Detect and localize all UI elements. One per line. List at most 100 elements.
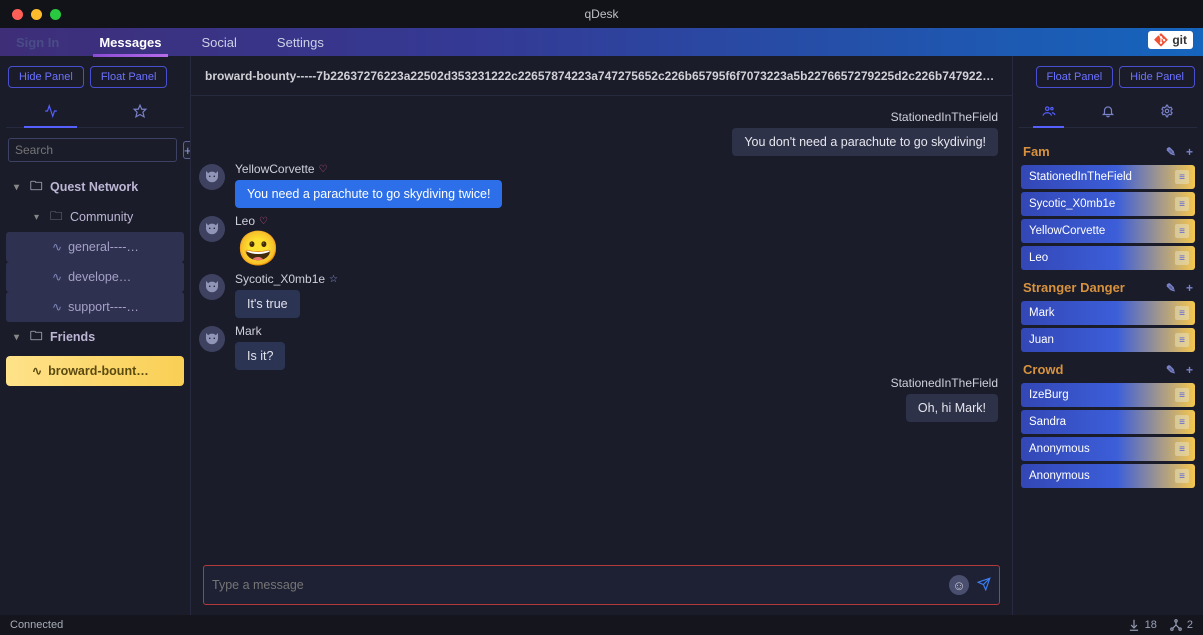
tree-community[interactable]: ▾ 🗀 Community — [6, 202, 184, 232]
member-name: Juan — [1029, 334, 1054, 346]
member-menu-button[interactable]: ≡ — [1175, 388, 1189, 402]
message-author: StationedInTheField — [891, 110, 998, 124]
notifications-tab[interactable] — [1079, 94, 1138, 127]
edit-group-button[interactable]: ✎ — [1166, 145, 1176, 159]
send-button[interactable] — [977, 577, 991, 594]
chevron-down-icon: ▾ — [34, 212, 44, 223]
member-item[interactable]: Sycotic_X0mb1e≡ — [1021, 192, 1195, 216]
message-author: Mark — [235, 324, 262, 338]
member-groups: Fam ✎ + StationedInTheField≡ Sycotic_X0mb1e≡… — [1013, 128, 1203, 615]
member-item[interactable]: Juan ≡ — [1021, 328, 1195, 352]
activity-icon: ∿ — [32, 364, 42, 378]
download-icon — [1127, 618, 1141, 632]
group-title: Fam — [1023, 144, 1050, 159]
status-bar: Connected 18 2 — [0, 615, 1203, 635]
message-bubble: You don't need a parachute to go skydivi… — [732, 128, 998, 156]
add-member-button[interactable]: + — [1186, 363, 1193, 377]
people-tab[interactable] — [1019, 94, 1078, 127]
git-badge[interactable]: git — [1148, 31, 1193, 49]
activity-icon: ∿ — [52, 240, 62, 254]
member-menu-button[interactable]: ≡ — [1175, 224, 1189, 238]
message-row: Leo♡😀 — [199, 214, 998, 266]
left-panel: Hide Panel Float Panel + ▾ 🗀 Quest Netwo… — [0, 56, 190, 615]
chevron-down-icon: ▾ — [14, 332, 24, 343]
float-panel-button[interactable]: Float Panel — [90, 66, 168, 88]
add-member-button[interactable]: + — [1186, 281, 1193, 295]
member-name: IzeBurg — [1029, 389, 1069, 401]
message-bubble: It's true — [235, 290, 300, 318]
member-menu-button[interactable]: ≡ — [1175, 469, 1189, 483]
avatar — [199, 326, 225, 352]
maximize-window-button[interactable] — [50, 9, 61, 20]
tab-messages[interactable]: Messages — [79, 28, 181, 56]
tab-settings[interactable]: Settings — [257, 28, 344, 56]
star-icon: ☆ — [329, 274, 338, 285]
minimize-window-button[interactable] — [31, 9, 42, 20]
channel-general[interactable]: ∿ general----… — [6, 232, 184, 262]
message-author: YellowCorvette♡ — [235, 162, 328, 176]
channel-develop[interactable]: ∿ develope… — [6, 262, 184, 292]
emoji-picker-button[interactable]: ☺ — [949, 575, 969, 595]
member-name: Sandra — [1029, 416, 1066, 428]
member-item[interactable]: Sandra ≡ — [1021, 410, 1195, 434]
member-item[interactable]: YellowCorvette≡ — [1021, 219, 1195, 243]
bell-icon — [1101, 104, 1115, 118]
channel-title: broward-bounty-----7b22637276223a22502d3… — [205, 69, 998, 83]
message-row: MarkIs it? — [199, 324, 998, 370]
message-row: Sycotic_X0mb1e☆ It's true — [199, 272, 998, 318]
message-row: StationedInTheFieldOh, hi Mark! — [199, 376, 998, 422]
member-menu-button[interactable]: ≡ — [1175, 251, 1189, 265]
edit-group-button[interactable]: ✎ — [1166, 363, 1176, 377]
message-input[interactable] — [212, 578, 941, 592]
message-row: StationedInTheField You don't need a para… — [199, 110, 998, 156]
tree-root-quest[interactable]: ▾ 🗀 Quest Network — [6, 172, 184, 202]
heart-icon: ♡ — [319, 164, 328, 175]
group-title: Crowd — [1023, 362, 1063, 377]
member-item[interactable]: Leo ≡ — [1021, 246, 1195, 270]
message-list[interactable]: StationedInTheField You don't need a para… — [191, 96, 1012, 559]
member-item[interactable]: Mark≡ — [1021, 301, 1195, 325]
edit-group-button[interactable]: ✎ — [1166, 281, 1176, 295]
member-menu-button[interactable]: ≡ — [1175, 306, 1189, 320]
channel-support[interactable]: ∿ support----… — [6, 292, 184, 322]
message-author: StationedInTheField — [891, 376, 998, 390]
avatar — [199, 216, 225, 242]
hide-panel-button-right[interactable]: Hide Panel — [1119, 66, 1195, 88]
member-menu-button[interactable]: ≡ — [1175, 415, 1189, 429]
tab-social[interactable]: Social — [182, 28, 257, 56]
friend-broward-bounty[interactable]: ∿ broward-bount… — [6, 356, 184, 386]
close-window-button[interactable] — [12, 9, 23, 20]
signin-link[interactable]: Sign In — [16, 35, 59, 50]
search-input[interactable] — [8, 138, 177, 162]
git-icon — [1154, 33, 1168, 47]
message-author: Leo♡ — [235, 214, 268, 228]
hide-panel-button[interactable]: Hide Panel — [8, 66, 84, 88]
folder-icon: 🗀 — [30, 177, 44, 198]
star-icon — [133, 104, 147, 118]
settings-tab[interactable] — [1138, 94, 1197, 127]
member-item[interactable]: StationedInTheField≡ — [1021, 165, 1195, 189]
member-item[interactable]: IzeBurg ≡ — [1021, 383, 1195, 407]
member-item[interactable]: Anonymous≡ — [1021, 464, 1195, 488]
window-title: qDesk — [584, 7, 618, 21]
avatar — [199, 274, 225, 300]
member-menu-button[interactable]: ≡ — [1175, 333, 1189, 347]
downloads-indicator[interactable]: 18 — [1127, 618, 1157, 632]
favorites-tab[interactable] — [95, 94, 184, 127]
channel-header: broward-bounty-----7b22637276223a22502d3… — [191, 56, 1012, 96]
peers-indicator[interactable]: 2 — [1169, 618, 1193, 632]
message-bubble: You need a parachute to go skydiving twi… — [235, 180, 502, 208]
member-name: Leo — [1029, 252, 1048, 264]
member-menu-button[interactable]: ≡ — [1175, 170, 1189, 184]
tree-friends[interactable]: ▾ 🗀 Friends — [6, 322, 184, 352]
float-panel-button-right[interactable]: Float Panel — [1036, 66, 1114, 88]
member-item[interactable]: Anonymous≡ — [1021, 437, 1195, 461]
message-row: YellowCorvette♡ You need a parachute to g… — [199, 162, 998, 208]
member-menu-button[interactable]: ≡ — [1175, 442, 1189, 456]
activity-tab[interactable] — [6, 94, 95, 127]
message-author: Sycotic_X0mb1e☆ — [235, 272, 338, 286]
member-menu-button[interactable]: ≡ — [1175, 197, 1189, 211]
send-icon — [977, 577, 991, 591]
message-composer: ☺ — [203, 565, 1000, 605]
add-member-button[interactable]: + — [1186, 145, 1193, 159]
